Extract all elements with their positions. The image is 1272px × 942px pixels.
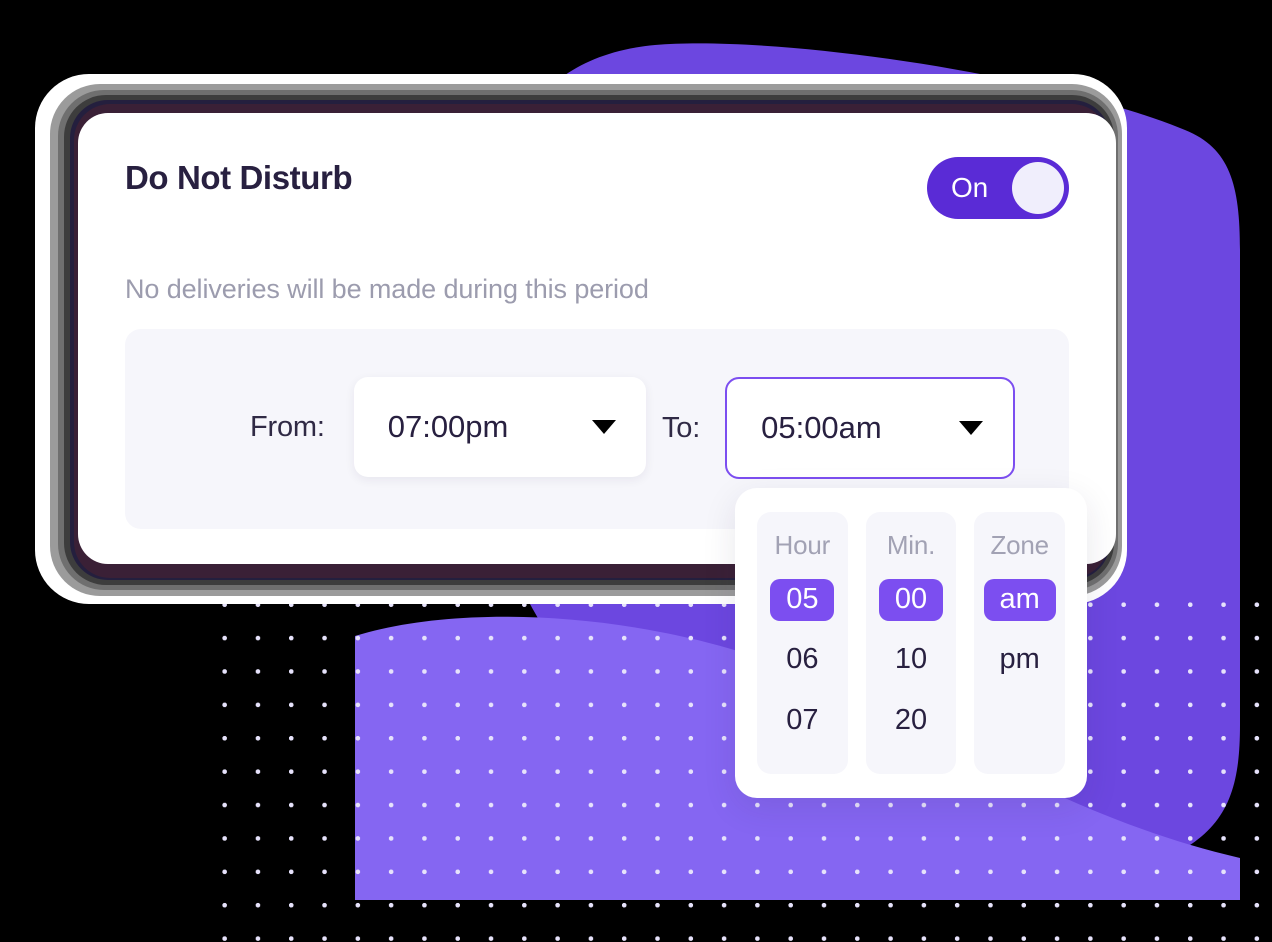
to-label: To: <box>662 411 701 444</box>
time-picker-popover: Hour 05 06 07 Min. 00 10 20 Zone am pm <box>735 488 1087 798</box>
toggle-state-label: On <box>951 172 988 203</box>
hour-option[interactable]: 06 <box>770 639 834 681</box>
do-not-disturb-toggle[interactable]: On <box>927 157 1069 219</box>
card-subtitle: No deliveries will be made during this p… <box>125 274 649 304</box>
minute-option[interactable]: 20 <box>879 700 943 742</box>
toggle-knob[interactable] <box>1012 162 1064 214</box>
card-header: Do Not Disturb No deliveries will be mad… <box>125 157 1069 304</box>
minute-option[interactable]: 00 <box>878 579 944 622</box>
hour-option[interactable]: 05 <box>770 579 835 622</box>
chevron-down-icon[interactable] <box>591 420 616 434</box>
to-time-value: 05:00am <box>761 410 882 445</box>
to-time-group: To: 05:00am <box>662 377 1016 479</box>
hour-option[interactable]: 07 <box>770 700 834 742</box>
from-time-select[interactable]: 07:00pm <box>353 377 646 477</box>
chevron-down-icon[interactable] <box>959 421 984 435</box>
from-label: From: <box>250 410 325 443</box>
column-header-zone: Zone <box>990 530 1049 560</box>
from-time-value: 07:00pm <box>387 409 509 444</box>
from-time-group: From: 07:00pm <box>250 377 646 477</box>
column-header-minute: Min. <box>886 530 936 560</box>
page-title: Do Not Disturb <box>125 159 353 196</box>
minute-option[interactable]: 10 <box>879 639 943 681</box>
picker-column-minute: Min. 00 10 20 <box>865 512 957 774</box>
screenshot-stage: Do Not Disturb No deliveries will be mad… <box>0 0 1272 942</box>
picker-column-hour: Hour 05 06 07 <box>757 512 848 774</box>
zone-option[interactable]: pm <box>984 639 1056 681</box>
column-header-hour: Hour <box>774 530 831 560</box>
picker-column-zone: Zone am pm <box>974 512 1066 774</box>
zone-option[interactable]: am <box>983 579 1056 622</box>
to-time-select[interactable]: 05:00am <box>725 377 1016 479</box>
